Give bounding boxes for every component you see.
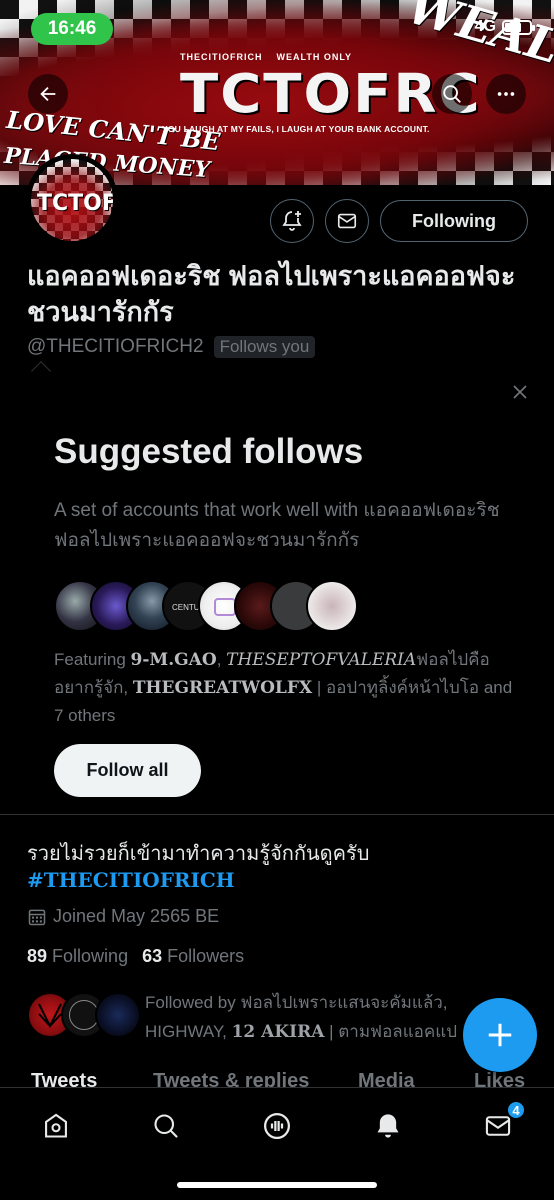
tab-media[interactable]: Media [358, 1070, 415, 1088]
close-suggestions-button[interactable] [508, 380, 532, 404]
back-button[interactable] [28, 74, 68, 114]
home-indicator [177, 1182, 377, 1188]
network-label: 4G [474, 18, 496, 35]
joined-text: Joined May 2565 BE [53, 906, 220, 926]
bio-hashtag-link[interactable]: #THECITIOFRICH [27, 868, 235, 892]
profile-avatar[interactable]: TCTOFRC [26, 154, 118, 246]
suggested-follows-title: Suggested follows [54, 432, 364, 471]
calendar-icon [28, 909, 46, 925]
suggested-avatar[interactable] [306, 580, 358, 632]
display-name: แอคออฟเดอะริช ฟอลไปเพราะแอคออฟจะชวนมารัก… [27, 261, 516, 327]
spaces-icon [264, 1113, 290, 1139]
followers-count-link[interactable]: 63 Followers [142, 946, 244, 967]
suggested-follows-description: A set of accounts that work well with แอ… [54, 500, 500, 551]
follows-you-badge: Follows you [213, 336, 316, 358]
follow-counts: 89 Following 63 Followers [27, 946, 244, 967]
nav-home[interactable] [36, 1106, 76, 1146]
tab-likes[interactable]: Likes [474, 1070, 525, 1088]
user-handle: @THECITIOFRICH2 [27, 336, 204, 357]
arrow-left-icon [40, 86, 56, 102]
messages-badge: 4 [506, 1100, 526, 1120]
home-icon [45, 1113, 67, 1138]
nav-messages[interactable]: 4 [478, 1100, 526, 1146]
close-icon [513, 385, 527, 399]
profile-tabs: Tweets Tweets & replies Media Likes [0, 1068, 554, 1088]
notify-button[interactable] [270, 199, 314, 243]
compose-tweet-button[interactable] [463, 998, 537, 1072]
status-time: 16:46 [31, 13, 113, 45]
status-indicators: 4G [474, 18, 535, 36]
nav-notifications[interactable] [368, 1106, 408, 1146]
suggested-avatars[interactable]: CENTUR [54, 580, 358, 632]
handle-row: @THECITIOFRICH2 Follows you [27, 336, 316, 358]
joined-date: Joined May 2565 BE [27, 906, 219, 927]
search-icon [443, 85, 461, 103]
followed-by-row[interactable]: Followed by ฟอลไปเพราะแสนจะคัมแล้ว, HIGH… [27, 988, 527, 1044]
suggest-bottom-divider [0, 814, 554, 815]
follow-all-button[interactable]: Follow all [54, 744, 201, 797]
profile-bio: รวยไม่รวยก็เข้ามาทำความรู้จักกันดูครับ [27, 843, 370, 865]
following-count-link[interactable]: 89 Following [27, 946, 128, 967]
nav-explore[interactable] [146, 1106, 186, 1146]
following-button[interactable]: Following [380, 200, 528, 242]
plus-icon [488, 1023, 512, 1047]
bell-plus-icon [282, 211, 302, 231]
tab-tweets[interactable]: Tweets [31, 1070, 97, 1088]
followed-by-avatar [95, 992, 141, 1038]
more-button[interactable] [486, 74, 526, 114]
message-button[interactable] [325, 199, 369, 243]
avatar-logo-text: TCTOFRC [37, 191, 113, 216]
bell-icon [377, 1114, 399, 1138]
followed-by-text: Followed by ฟอลไปเพราะแสนจะคัมแล้ว, HIGH… [145, 993, 458, 1042]
featuring-text: Featuring 9-M.GAO, THESEPTOFVALERIAฟอลไป… [54, 650, 513, 725]
more-icon [497, 92, 515, 96]
banner-tagline: YOU LAUGH AT MY FAILS, I LAUGH AT YOUR B… [162, 124, 430, 134]
battery-icon [502, 19, 535, 35]
nav-spaces[interactable] [257, 1106, 297, 1146]
mail-icon [337, 213, 357, 229]
banner-logo-subtitle: THECITIOFRICH WEALTH ONLY [180, 52, 353, 62]
tab-tweets-replies[interactable]: Tweets & replies [153, 1070, 309, 1088]
search-button[interactable] [432, 74, 472, 114]
search-icon [154, 1114, 178, 1138]
